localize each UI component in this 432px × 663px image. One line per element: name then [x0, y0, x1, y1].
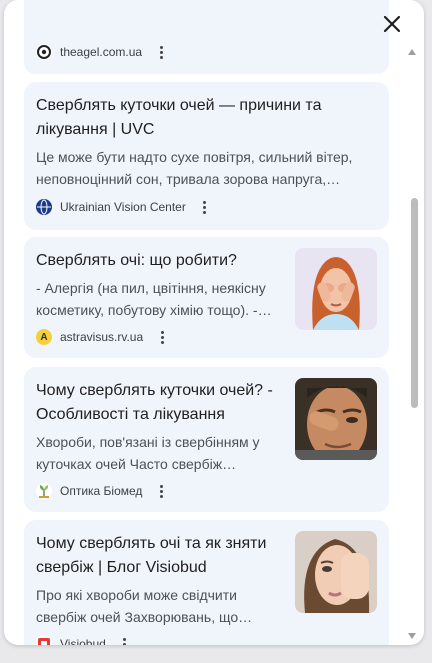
source-name: Visiobud	[60, 637, 106, 645]
man-rubbing-eye-image[interactable]	[295, 378, 377, 460]
source-name: Оптика Біомед	[60, 484, 143, 498]
source-name: astravisus.rv.ua	[60, 330, 144, 344]
result-card[interactable]: Чому сверблять куточки очей? - Особливос…	[24, 367, 389, 512]
eye-circle-icon	[36, 44, 52, 60]
result-source[interactable]: theagel.com.ua	[36, 42, 168, 62]
results-list[interactable]: theagel.com.ua Сверблять куточки очей — …	[4, 0, 410, 645]
result-source[interactable]: Visiobud	[36, 634, 132, 645]
scroll-down-arrow[interactable]	[408, 633, 416, 639]
girl-rubbing-eyes-image[interactable]	[295, 248, 377, 330]
biomed-leaf-icon	[36, 483, 52, 499]
result-card[interactable]: Сверблять очі: що робити? - Алергія (на …	[24, 237, 389, 358]
result-title[interactable]: Сверблять куточки очей — причини та ліку…	[36, 94, 366, 142]
more-options-button[interactable]	[155, 328, 169, 346]
scroll-up-arrow[interactable]	[408, 49, 416, 55]
source-name: Ukrainian Vision Center	[60, 200, 186, 214]
more-options-button[interactable]	[198, 198, 212, 216]
source-name: theagel.com.ua	[60, 45, 143, 59]
uvc-globe-icon	[36, 199, 52, 215]
result-snippet: Хвороби, пов'язані із свербінням у куточ…	[36, 434, 260, 472]
result-snippet: Про які хвороби може свідчити свербіж оч…	[36, 587, 253, 625]
result-source[interactable]: A astravisus.rv.ua	[36, 327, 169, 347]
result-title[interactable]: Чому сверблять очі та як зняти свербіж |…	[36, 532, 286, 580]
result-title[interactable]: Сверблять очі: що робити?	[36, 249, 286, 273]
scrollbar-thumb[interactable]	[411, 198, 418, 408]
woman-covering-eye-image[interactable]	[295, 531, 377, 613]
result-card[interactable]: Сверблять куточки очей — причини та ліку…	[24, 82, 389, 230]
result-source[interactable]: Ukrainian Vision Center	[36, 197, 212, 217]
astravisus-a-icon: A	[36, 329, 52, 345]
more-options-button[interactable]	[154, 482, 168, 500]
result-snippet: - Алергія (на пил, цвітіння, неякісну ко…	[36, 280, 272, 318]
close-button[interactable]	[380, 12, 404, 36]
result-title[interactable]: Чому сверблять куточки очей? - Особливос…	[36, 379, 292, 427]
result-snippet: Це може бути надто сухе повітря, сильний…	[36, 149, 353, 187]
close-icon	[383, 15, 401, 33]
result-card[interactable]: Чому сверблять очі та як зняти свербіж |…	[24, 520, 389, 645]
result-card[interactable]: theagel.com.ua	[24, 0, 389, 74]
more-options-button[interactable]	[118, 635, 132, 645]
visiobud-icon	[36, 636, 52, 645]
result-source[interactable]: Оптика Біомед	[36, 481, 168, 501]
more-options-button[interactable]	[154, 43, 168, 61]
search-results-panel: theagel.com.ua Сверблять куточки очей — …	[4, 0, 424, 645]
